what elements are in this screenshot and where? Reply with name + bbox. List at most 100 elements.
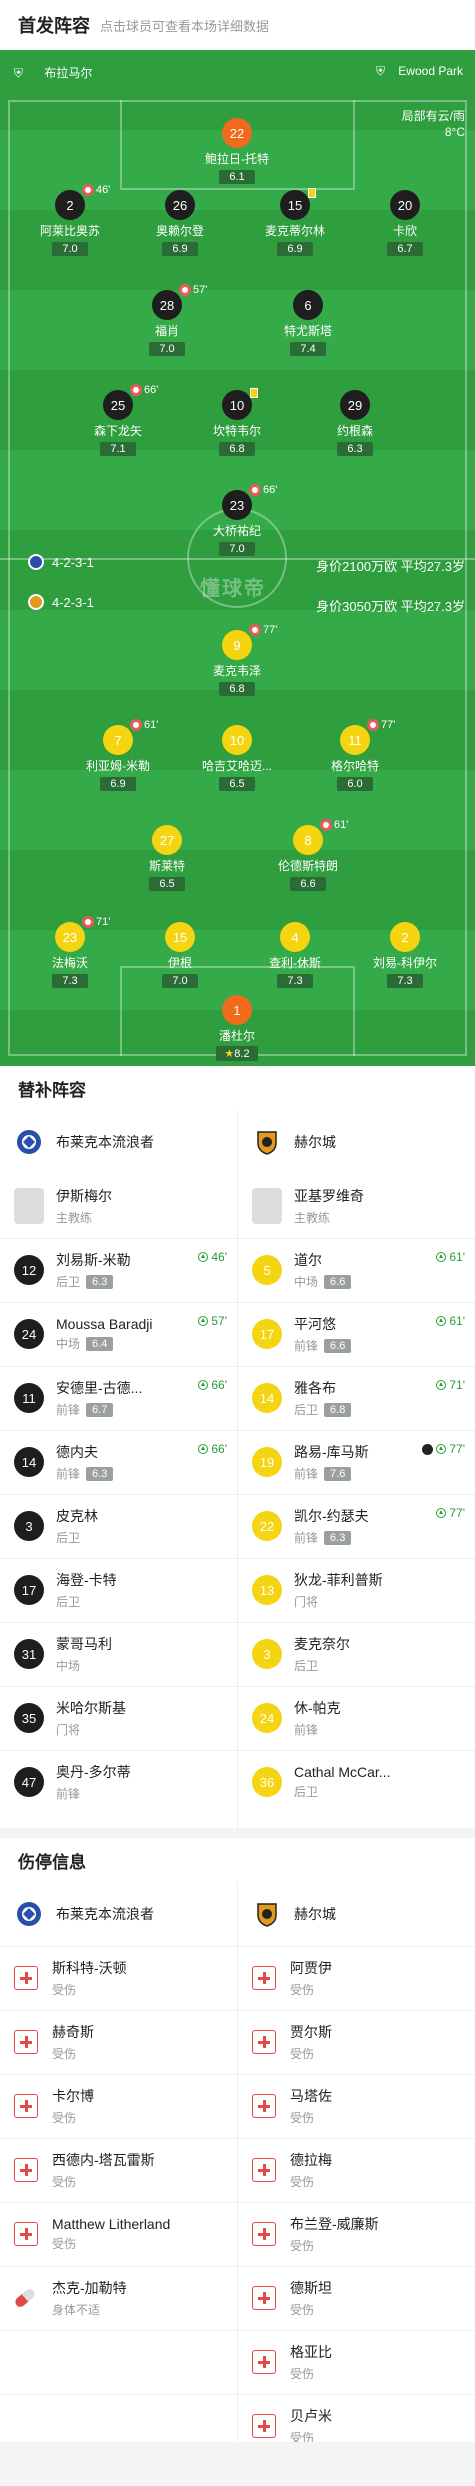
subs-home-team: 布莱克本流浪者 [0, 1110, 237, 1174]
away-player[interactable]: 7 61' 利亚姆-米勒 6.9 [70, 719, 166, 792]
injury-status: 受伤 [52, 2047, 77, 2061]
hull-crest-icon [252, 1127, 282, 1157]
player-rating: 6.9 [162, 242, 198, 256]
sub-in-icon [436, 1252, 447, 1262]
sub-player[interactable]: 36 Cathal McCar... 后卫 [238, 1750, 475, 1814]
injured-player[interactable]: 西德内-塔瓦雷斯 受伤 [0, 2138, 237, 2202]
sub-player[interactable]: 19 路易-库马斯 前锋 7.6 77' [238, 1430, 475, 1494]
away-player[interactable]: 10 哈吉艾哈迈... 6.5 [189, 725, 285, 792]
away-player[interactable]: 11 77' 格尔哈特 6.0 [307, 719, 403, 792]
injured-player[interactable]: 贾尔斯 受伤 [238, 2010, 475, 2074]
injury-status: 身体不适 [52, 2303, 101, 2317]
injured-player[interactable]: 杰克-加勒特 身体不适 [0, 2266, 237, 2330]
player-name: 哈吉艾哈迈... [201, 759, 272, 773]
home-player[interactable]: 10 坎特韦尔 6.8 [189, 388, 285, 457]
home-player[interactable]: 26 奥赖尔登 6.9 [132, 190, 228, 257]
sub-player[interactable]: 35 米哈尔斯基 门将 [0, 1686, 237, 1750]
sub-player[interactable]: 47 奥丹-多尔蒂 前锋 [0, 1750, 237, 1814]
sub-rating: 6.7 [86, 1402, 114, 1417]
home-player[interactable]: 15 麦克蒂尔林 6.9 [247, 188, 343, 257]
sub-player[interactable]: 17 平河悠 前锋 6.6 61' [238, 1302, 475, 1366]
venue-name: Ewood Park [398, 64, 463, 78]
sub-player[interactable]: 11 安德里-古德... 前锋 6.7 66' [0, 1366, 237, 1430]
player-name: 伊根 [167, 956, 192, 970]
away-player[interactable]: 1 潘杜尔 ★8.2 [189, 995, 285, 1062]
injured-player[interactable]: 德拉梅 受伤 [238, 2138, 475, 2202]
weather: 局部有云/雨 8°C [402, 108, 465, 140]
home-player[interactable]: 6 特尤斯塔 7.4 [260, 290, 356, 357]
sub-player[interactable]: 31 蒙哥马利 中场 [0, 1622, 237, 1686]
player-number: 9 [222, 630, 252, 660]
injured-player[interactable]: Matthew Litherland 受伤 [0, 2202, 237, 2266]
player-rating: 6.3 [337, 442, 373, 456]
away-player[interactable]: 8 61' 伦德斯特朗 6.6 [260, 819, 356, 892]
injured-player[interactable]: 德斯坦 受伤 [238, 2266, 475, 2330]
sub-in-icon [198, 1444, 209, 1454]
player-name: 约根森 [336, 424, 373, 438]
player-number: 23 [55, 922, 85, 952]
injured-player[interactable]: 格亚比 受伤 [238, 2330, 475, 2394]
home-shirt-icon: ⛨ [14, 66, 24, 80]
home-player[interactable]: 25 66' 森下龙矢 7.1 [70, 384, 166, 457]
away-formation-row: 4-2-3-1 [28, 594, 94, 610]
injured-player[interactable]: 斯科特-沃顿 受伤 [0, 1946, 237, 2010]
away-player[interactable]: 23 71' 法梅沃 7.3 [22, 916, 118, 989]
injured-player[interactable]: 赫奇斯 受伤 [0, 2010, 237, 2074]
home-player[interactable]: 23 66' 大桥祐纪 7.0 [189, 484, 285, 557]
sub-rating: 6.3 [324, 1530, 352, 1545]
sub-player[interactable]: 17 海登-卡特 后卫 [0, 1558, 237, 1622]
sub-name: 休-帕克 [294, 1700, 341, 1716]
away-player[interactable]: 4 查利-休斯 7.3 [247, 922, 343, 989]
injury-status: 受伤 [52, 2237, 77, 2251]
sub-player[interactable]: 24 休-帕克 前锋 [238, 1686, 475, 1750]
player-rating: 6.9 [100, 777, 136, 791]
sub-player[interactable]: 24 Moussa Baradji 中场 6.4 57' [0, 1302, 237, 1366]
home-player[interactable]: 22 鲍拉日-托特 6.1 [189, 118, 285, 185]
sub-player[interactable]: 3 皮克林 后卫 [0, 1494, 237, 1558]
injured-player[interactable]: 马塔佐 受伤 [238, 2074, 475, 2138]
sub-out-indicator: 61' [320, 819, 348, 831]
away-player[interactable]: 2 刘易-科伊尔 7.3 [357, 922, 453, 989]
injury-status: 受伤 [290, 2047, 315, 2061]
injury-away-team: 赫尔城 [238, 1882, 475, 1946]
sub-position: 前锋 [294, 1467, 319, 1481]
home-player[interactable]: 28 57' 福肖 7.0 [119, 284, 215, 357]
injured-name: 德拉梅 [290, 2152, 332, 2168]
sub-position: 后卫 [294, 1785, 319, 1799]
sub-player[interactable]: 5 道尔 中场 6.6 61' [238, 1238, 475, 1302]
injured-player[interactable]: 阿贾伊 受伤 [238, 1946, 475, 2010]
away-player[interactable]: 9 77' 麦克韦泽 6.8 [189, 624, 285, 697]
sub-out-icon [249, 624, 261, 636]
lineup-title: 首发阵容 [18, 16, 90, 36]
sub-player[interactable]: 14 德内夫 前锋 6.3 66' [0, 1430, 237, 1494]
sub-player[interactable]: 22 凯尔-约瑟夫 前锋 6.3 77' [238, 1494, 475, 1558]
sub-position: 后卫 [294, 1659, 319, 1673]
sub-player[interactable]: 13 狄龙-菲利普斯 门将 [238, 1558, 475, 1622]
player-rating: 7.0 [149, 342, 185, 356]
home-coach[interactable]: 伊斯梅尔 主教练 [0, 1174, 237, 1238]
player-rating: ★8.2 [216, 1046, 258, 1061]
player-rating: 6.9 [277, 242, 313, 256]
lineup-subtitle: 点击球员可查看本场详细数据 [100, 18, 270, 34]
injured-name: 阿贾伊 [290, 1960, 332, 1976]
player-rating: 7.3 [52, 974, 88, 988]
away-player[interactable]: 15 伊根 7.0 [132, 922, 228, 989]
injured-name: 马塔佐 [290, 2088, 332, 2104]
sub-player[interactable]: 14 雅各布 后卫 6.8 71' [238, 1366, 475, 1430]
player-rating: 7.1 [100, 442, 136, 456]
sub-player[interactable]: 3 麦克奈尔 后卫 [238, 1622, 475, 1686]
sub-player[interactable]: 12 刘易斯-米勒 后卫 6.3 46' [0, 1238, 237, 1302]
sub-in-icon [198, 1316, 209, 1326]
away-coach[interactable]: 亚基罗维奇 主教练 [238, 1174, 475, 1238]
home-player[interactable]: 2 46' 阿莱比奥苏 7.0 [22, 184, 118, 257]
player-name: 麦克韦泽 [212, 664, 261, 678]
injured-player[interactable]: 卡尔博 受伤 [0, 2074, 237, 2138]
subs-away-team-name: 赫尔城 [294, 1134, 336, 1150]
injured-player[interactable]: 布兰登-威廉斯 受伤 [238, 2202, 475, 2266]
home-player[interactable]: 29 约根森 6.3 [307, 390, 403, 457]
away-player[interactable]: 27 斯莱特 6.5 [119, 825, 215, 892]
sub-name: 蒙哥马利 [56, 1636, 112, 1652]
injured-name: 赫奇斯 [52, 2024, 94, 2040]
sub-name: 雅各布 [294, 1380, 336, 1396]
home-player[interactable]: 20 卡欣 6.7 [357, 190, 453, 257]
